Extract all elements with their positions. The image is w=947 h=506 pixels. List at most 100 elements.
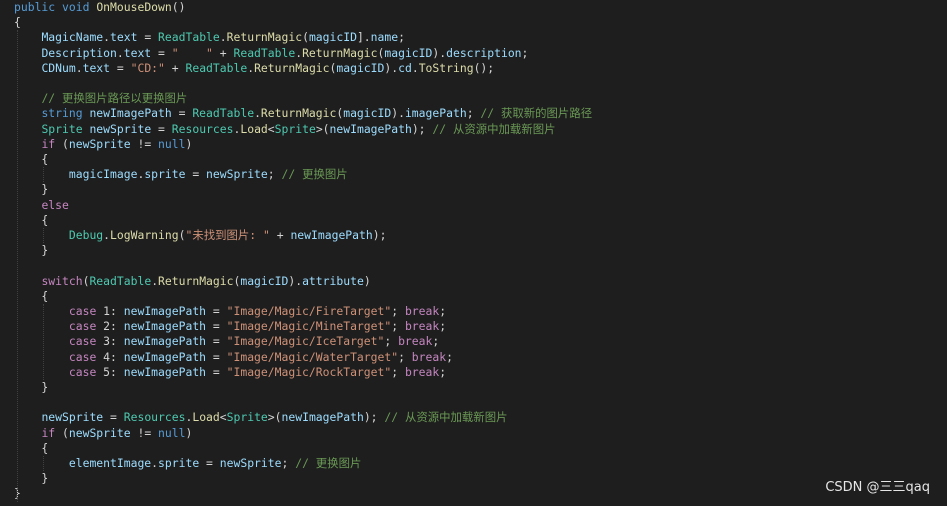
code-token: "Image/Magic/FireTarget" [226, 304, 392, 318]
code-token: newImagePath [123, 319, 207, 334]
code-token: ; [398, 30, 405, 45]
code-line: case 5: newImagePath = "Image/Magic/Rock… [0, 365, 446, 380]
code-token: newSprite [41, 410, 104, 425]
code-token: ). [432, 45, 447, 60]
code-token: sprite [144, 167, 186, 182]
code-line: case 2: newImagePath = "Image/Magic/Mine… [0, 319, 446, 334]
code-token: case [68, 364, 104, 379]
code-token: ); [411, 121, 433, 136]
code-token: = [206, 304, 227, 318]
code-token: "Image/Magic/RockTarget" [226, 364, 392, 379]
code-token: = [151, 121, 172, 136]
indent-guide [43, 167, 44, 183]
code-token: case [68, 334, 104, 349]
code-token: // 从资源中加载新图片 [384, 410, 508, 425]
code-token: ; [439, 319, 447, 334]
code-token: . [103, 30, 111, 45]
code-token: ; [384, 334, 399, 349]
code-line: case 3: newImagePath = "Image/Magic/IceT… [0, 334, 439, 349]
code-token: CDNum [41, 60, 76, 75]
code-token: = [185, 167, 207, 182]
code-token: newSprite [68, 136, 131, 151]
code-line: switch(ReadTable.ReturnMagic(magicID).at… [0, 273, 370, 289]
code-line: public void OnMouseDown() [0, 0, 185, 15]
code-editor[interactable]: public void OnMouseDown(){ MagicName.tex… [0, 0, 947, 506]
code-line: { [0, 15, 21, 30]
code-token: ; [439, 304, 447, 318]
code-token: elementImage [68, 456, 152, 470]
code-line: { [0, 152, 48, 167]
code-token: newImagePath [89, 106, 172, 121]
code-token: + [212, 45, 234, 60]
code-line: magicImage.sprite = newSprite; // 更换图片 [0, 167, 348, 182]
code-token: "CD:" [130, 60, 165, 75]
code-token: ; [466, 106, 481, 121]
code-token: else [41, 197, 69, 212]
code-token: magicImage [68, 167, 138, 182]
code-line: string newImagePath = ReadTable.ReturnMa… [0, 106, 592, 121]
code-token: newSprite [89, 121, 152, 136]
code-token: ). [288, 273, 303, 288]
code-token: // 获取新的图片路径 [480, 106, 593, 121]
code-token: ) [185, 425, 193, 440]
code-token: newImagePath [123, 334, 207, 349]
code-token: newImagePath [123, 364, 207, 379]
code-token: text [110, 30, 138, 45]
indent-guide [43, 304, 44, 380]
code-token: null [158, 425, 186, 440]
code-token: newImagePath [329, 121, 412, 136]
code-token: 2: [103, 319, 124, 334]
watermark: CSDN @三三qaq [825, 480, 930, 495]
code-token: ReturnMagic [158, 273, 234, 288]
code-token: ; [391, 304, 405, 318]
code-token: (); [473, 60, 495, 75]
code-line: { [0, 441, 48, 456]
code-token: public [14, 0, 63, 14]
code-token: 5: [103, 364, 124, 379]
code-token: null [158, 136, 186, 151]
code-line: MagicName.text = ReadTable.ReturnMagic(m… [0, 30, 405, 45]
code-token: ; [267, 167, 282, 182]
code-line: case 1: newImagePath = "Image/Magic/Fire… [0, 304, 446, 319]
code-token: = [137, 30, 159, 45]
code-token: < [267, 121, 275, 136]
code-token: ToString [418, 60, 474, 75]
code-token: LogWarning [110, 228, 179, 242]
code-token: " " [171, 45, 213, 60]
code-token: newImagePath [290, 228, 373, 242]
code-token: = [206, 334, 227, 349]
code-token: < [219, 410, 227, 425]
code-token: Debug [68, 228, 104, 242]
code-token: ( [62, 425, 69, 440]
code-token: switch [41, 273, 83, 288]
code-token: sprite [158, 456, 200, 470]
code-token: break [404, 364, 440, 379]
code-token: magicID [336, 60, 385, 75]
code-token: case [68, 349, 104, 364]
code-line: elementImage.sprite = newSprite; // 更换图片 [0, 456, 361, 471]
code-token: magicID [240, 273, 289, 288]
code-token: } [14, 380, 49, 394]
code-token: + [269, 228, 291, 242]
code-token: = [199, 456, 220, 470]
code-line: CDNum.text = "CD:" + ReadTable.ReturnMag… [0, 61, 494, 76]
code-token: // 更换图片路径以更换图片 [41, 91, 188, 106]
code-token: ; [439, 364, 447, 379]
code-token: Sprite [226, 410, 268, 425]
code-token: cd [398, 60, 412, 75]
code-line: } [0, 471, 48, 486]
code-token: "Image/Magic/MineTarget" [226, 319, 392, 334]
code-token: text [82, 60, 111, 75]
code-token: description [446, 45, 522, 60]
code-line: if (newSprite != null) [0, 137, 192, 152]
code-token: magicID [343, 106, 392, 121]
